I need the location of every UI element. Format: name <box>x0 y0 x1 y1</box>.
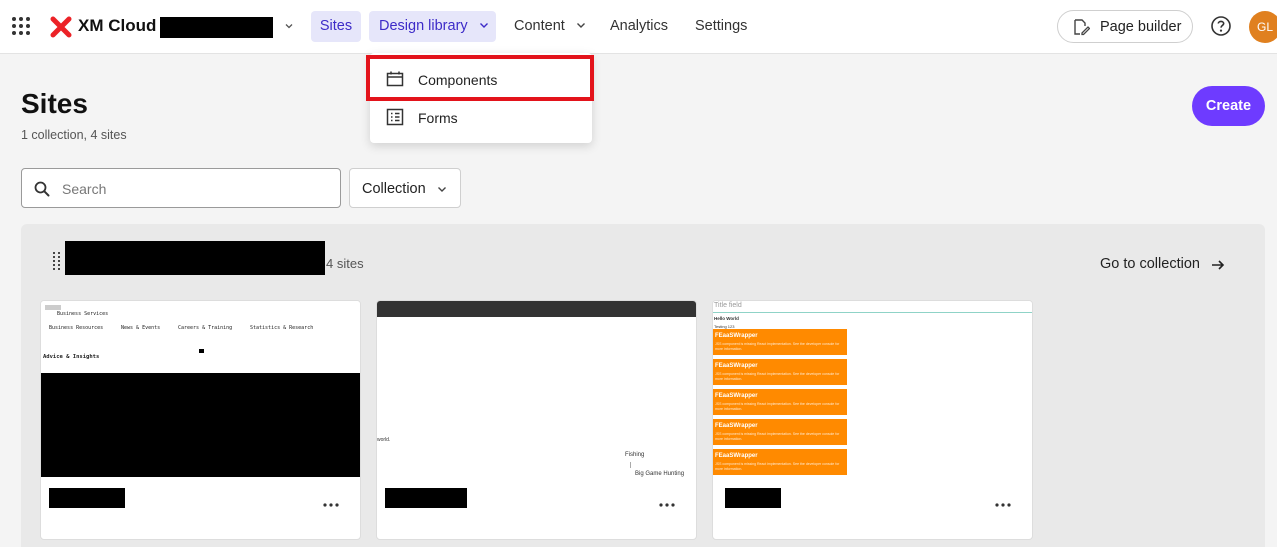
thumb-text: world. <box>377 437 391 443</box>
nav-analytics[interactable]: Analytics <box>610 11 680 42</box>
redacted-collection-name <box>65 241 325 275</box>
redacted-tenant-name <box>160 17 273 38</box>
menu-item-forms[interactable]: Forms <box>370 98 592 136</box>
xm-cloud-logo-icon <box>50 16 72 38</box>
thumb-wrapper-text: JSS component is missing React implement… <box>715 342 840 351</box>
nav-sites-label: Sites <box>319 18 353 34</box>
thumb-link: Statistics & Research <box>250 325 314 331</box>
nav-design-library-label: Design library <box>379 18 468 34</box>
create-button[interactable]: Create <box>1192 86 1265 126</box>
search-icon <box>34 181 50 197</box>
thumb-wrapper-block: FEaaSWrapper JSS component is missing Rea… <box>713 389 847 417</box>
collection-filter-button[interactable]: Collection <box>349 168 461 208</box>
thumb-wrapper-title: FEaaSWrapper <box>715 423 758 429</box>
more-options-icon[interactable] <box>321 501 341 509</box>
nav-settings[interactable]: Settings <box>695 11 755 42</box>
site-card[interactable]: Title field Hello World Testing 123 FEaa… <box>712 300 1033 540</box>
app-switcher-icon[interactable] <box>12 17 30 35</box>
thumb-link: Business Resources <box>49 325 104 331</box>
thumb-hello: Hello World <box>714 316 739 321</box>
site-card[interactable]: Business Services Business Resources New… <box>40 300 361 540</box>
thumb-dot <box>199 349 204 353</box>
brand-name[interactable]: XM Cloud <box>78 16 156 36</box>
thumb-text: Big Game Hunting <box>635 471 685 477</box>
thumb-wrapper-title: FEaaSWrapper <box>715 333 758 339</box>
more-options-icon[interactable] <box>993 501 1013 509</box>
nav-design-library[interactable]: Design library <box>369 11 496 42</box>
thumb-nav-label: Business Services <box>57 311 109 317</box>
arrow-right-icon[interactable] <box>1210 257 1226 273</box>
thumb-wrapper-text: JSS component is missing React implement… <box>715 462 840 471</box>
thumb-wrapper-title: FEaaSWrapper <box>715 363 758 369</box>
thumb-header-bar <box>377 301 696 317</box>
thumb-wrapper-block: FEaaSWrapper JSS component is missing Rea… <box>713 449 847 477</box>
go-to-collection-link[interactable]: Go to collection <box>1100 256 1200 272</box>
chevron-down-icon <box>438 187 446 192</box>
thumb-link: News & Events <box>121 325 161 331</box>
thumb-wrapper-title: FEaaSWrapper <box>715 453 758 459</box>
search-box[interactable] <box>21 168 341 208</box>
thumb-divider <box>630 462 631 468</box>
thumb-wrapper-title: FEaaSWrapper <box>715 393 758 399</box>
page-title: Sites <box>21 88 88 119</box>
nav-analytics-label: Analytics <box>610 18 669 34</box>
thumb-text: Fishing <box>625 452 645 458</box>
page-subtitle: 1 collection, 4 sites <box>21 128 127 142</box>
redacted-site-name <box>49 488 125 508</box>
redacted-site-name <box>725 488 781 508</box>
site-thumbnail: world. Fishing Big Game Hunting <box>377 301 696 477</box>
nav-content[interactable]: Content <box>514 11 594 42</box>
chevron-down-icon[interactable] <box>282 19 296 33</box>
thumb-wrapper-block: FEaaSWrapper JSS component is missing Rea… <box>713 419 847 447</box>
thumb-section-title: Advice & Insights <box>43 354 100 360</box>
thumb-wrapper-block: FEaaSWrapper JSS component is missing Rea… <box>713 329 847 357</box>
page-builder-label: Page builder <box>1100 19 1182 35</box>
nav-settings-label: Settings <box>695 18 748 34</box>
thumb-logo <box>45 305 61 310</box>
collection-filter-label: Collection <box>362 181 426 197</box>
collection-site-count: 4 sites <box>326 256 364 271</box>
menu-item-forms-label: Forms <box>418 110 458 126</box>
user-avatar[interactable]: GL <box>1249 11 1277 43</box>
page-edit-icon <box>1074 19 1090 36</box>
site-card[interactable]: world. Fishing Big Game Hunting <box>376 300 697 540</box>
more-options-icon[interactable] <box>657 501 677 509</box>
highlight-annotation <box>366 55 594 101</box>
thumb-wrapper-text: JSS component is missing React implement… <box>715 372 840 381</box>
site-thumbnail: Title field Hello World Testing 123 FEaa… <box>713 301 1032 477</box>
redacted-site-name <box>385 488 467 508</box>
thumb-title-field: Title field <box>713 301 1032 313</box>
thumb-redacted-image <box>41 373 360 477</box>
chevron-down-icon <box>576 23 585 29</box>
page-builder-button[interactable]: Page builder <box>1057 10 1193 43</box>
thumb-wrapper-block: FEaaSWrapper JSS component is missing Rea… <box>713 359 847 387</box>
form-list-icon <box>386 108 404 126</box>
thumb-wrapper-text: JSS component is missing React implement… <box>715 432 840 441</box>
thumb-wrapper-text: JSS component is missing React implement… <box>715 402 840 411</box>
help-icon[interactable] <box>1210 15 1232 37</box>
top-bar: XM Cloud Sites Design library Content An… <box>0 0 1277 54</box>
site-thumbnail: Business Services Business Resources New… <box>41 301 360 477</box>
chevron-down-icon <box>479 23 488 29</box>
thumb-link: Careers & Training <box>178 325 233 331</box>
search-input[interactable] <box>62 178 322 200</box>
nav-content-label: Content <box>514 18 565 34</box>
nav-sites[interactable]: Sites <box>311 11 361 42</box>
drag-handle-icon[interactable] <box>53 252 61 270</box>
